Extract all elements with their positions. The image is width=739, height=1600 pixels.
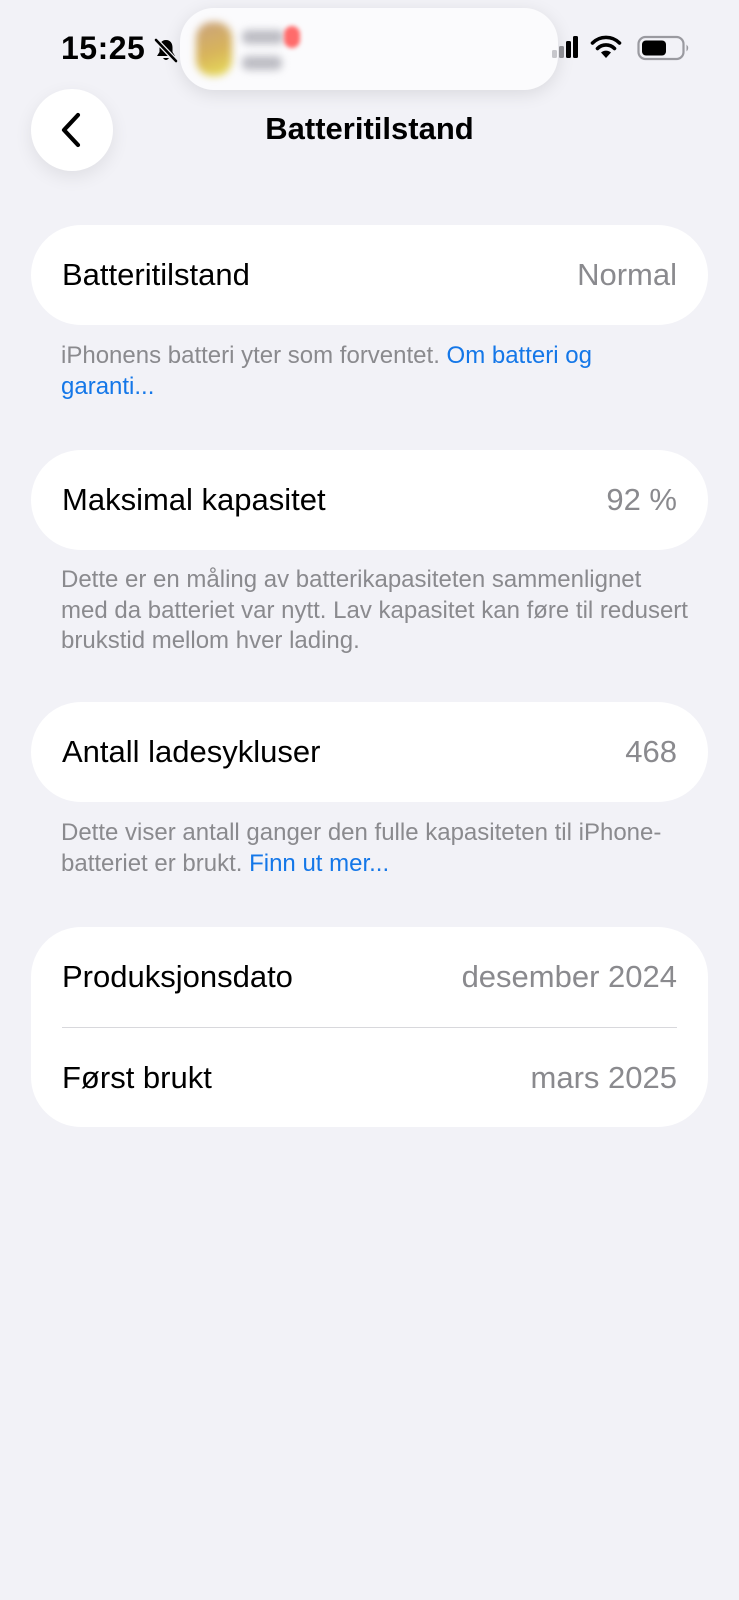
charge-cycles-label: Antall ladesykluser	[62, 734, 321, 769]
dates-group: Produksjonsdato desember 2024 Først bruk…	[31, 927, 708, 1127]
max-capacity-footer-text: Dette er en måling av batterikapasiteten…	[61, 566, 688, 654]
battery-icon	[637, 35, 689, 61]
max-capacity-group: Maksimal kapasitet 92 %	[31, 450, 708, 550]
battery-health-footer-text: iPhonens batteri yter som forventet.	[61, 342, 447, 369]
charge-cycles-group: Antall ladesykluser 468	[31, 702, 708, 802]
cellular-signal-icon	[552, 36, 578, 58]
manufacture-date-label: Produksjonsdato	[62, 959, 293, 994]
battery-health-label: Batteritilstand	[62, 257, 250, 292]
notification-blurred-title	[242, 30, 284, 44]
charge-cycles-footer: Dette viser antall ganger den fulle kapa…	[61, 818, 691, 879]
first-use-label: Først brukt	[62, 1059, 212, 1095]
battery-health-footer: iPhonens batteri yter som forventet. Om …	[61, 341, 691, 402]
learn-more-link[interactable]: Finn ut mer...	[249, 850, 389, 877]
first-use-row: Først brukt mars 2025	[31, 1028, 708, 1127]
notification-avatar	[196, 22, 232, 76]
max-capacity-row: Maksimal kapasitet 92 %	[31, 450, 708, 550]
charge-cycles-row: Antall ladesykluser 468	[31, 702, 708, 802]
wifi-icon	[590, 35, 622, 58]
notification-blurred-subtitle	[242, 56, 282, 70]
notification-badge	[284, 26, 300, 48]
notification-island[interactable]	[180, 8, 558, 90]
charge-cycles-value: 468	[625, 734, 677, 769]
battery-health-row: Batteritilstand Normal	[31, 225, 708, 325]
manufacture-date-value: desember 2024	[461, 959, 677, 994]
page-title: Batteritilstand	[265, 111, 474, 146]
battery-health-value: Normal	[577, 257, 677, 292]
status-time: 15:25	[61, 30, 146, 66]
bell-slash-icon	[154, 38, 178, 63]
max-capacity-footer: Dette er en måling av batterikapasiteten…	[61, 565, 691, 657]
first-use-value: mars 2025	[530, 1059, 677, 1095]
status-bar: 15:25	[0, 0, 739, 100]
max-capacity-value: 92 %	[606, 482, 677, 517]
max-capacity-label: Maksimal kapasitet	[62, 482, 326, 517]
manufacture-date-row: Produksjonsdato desember 2024	[31, 927, 708, 1027]
battery-health-group: Batteritilstand Normal	[31, 225, 708, 325]
